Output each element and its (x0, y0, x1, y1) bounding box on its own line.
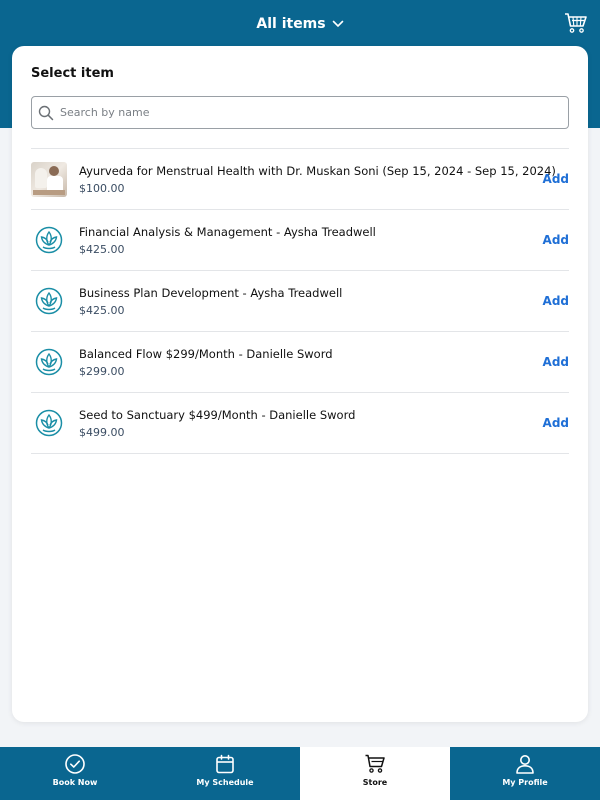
calendar-icon (216, 754, 234, 774)
card-title: Select item (31, 66, 114, 81)
item-name: Ayurveda for Menstrual Health with Dr. M… (79, 163, 556, 178)
lotus-logo-icon (35, 287, 63, 315)
search-icon (38, 105, 54, 120)
chevron-down-icon (332, 20, 343, 28)
item-thumbnail (31, 161, 67, 197)
item-thumbnail (31, 405, 67, 441)
nav-label: My Schedule (196, 778, 254, 787)
item-thumbnail (31, 283, 67, 319)
nav-store[interactable]: Store (300, 747, 450, 800)
item-name: Financial Analysis & Management - Aysha … (79, 224, 376, 239)
nav-label: Book Now (52, 778, 98, 787)
cart-icon (365, 754, 385, 773)
item-price: $100.00 (79, 181, 125, 195)
item-picker-card: Select item Ayurveda for Menstrual Healt… (12, 46, 588, 722)
list-item: Seed to Sanctuary $499/Month - Danielle … (31, 393, 569, 454)
nav-book-now[interactable]: Book Now (0, 747, 150, 800)
person-icon (516, 755, 534, 774)
cart-icon[interactable] (564, 12, 588, 34)
list-item: Financial Analysis & Management - Aysha … (31, 210, 569, 271)
lotus-logo-icon (35, 348, 63, 376)
item-price: $299.00 (79, 364, 125, 378)
header-title: All items (256, 16, 326, 32)
item-thumbnail (31, 222, 67, 258)
search-input[interactable] (60, 106, 540, 119)
nav-label: Store (362, 778, 388, 787)
add-button[interactable]: Add (543, 416, 569, 430)
category-dropdown[interactable]: All items (0, 14, 600, 34)
item-price: $425.00 (79, 242, 125, 256)
item-price: $499.00 (79, 425, 125, 439)
lotus-logo-icon (35, 409, 63, 437)
bottom-nav: Book Now My Schedule Store My Profile (0, 747, 600, 800)
list-item: Business Plan Development - Aysha Treadw… (31, 271, 569, 332)
add-button[interactable]: Add (543, 294, 569, 308)
item-price: $425.00 (79, 303, 125, 317)
add-button[interactable]: Add (543, 172, 569, 186)
item-name: Seed to Sanctuary $499/Month - Danielle … (79, 407, 356, 422)
list-item: Balanced Flow $299/Month - Danielle Swor… (31, 332, 569, 393)
add-button[interactable]: Add (543, 233, 569, 247)
item-thumbnail (31, 344, 67, 380)
check-circle-icon (65, 754, 85, 774)
lotus-logo-icon (35, 226, 63, 254)
item-list: Ayurveda for Menstrual Health with Dr. M… (31, 148, 569, 454)
item-photo (31, 161, 67, 197)
search-box[interactable] (31, 96, 569, 129)
item-name: Business Plan Development - Aysha Treadw… (79, 285, 343, 300)
nav-label: My Profile (502, 778, 548, 787)
list-item: Ayurveda for Menstrual Health with Dr. M… (31, 149, 569, 210)
add-button[interactable]: Add (543, 355, 569, 369)
nav-my-schedule[interactable]: My Schedule (150, 747, 300, 800)
item-name: Balanced Flow $299/Month - Danielle Swor… (79, 346, 333, 361)
nav-my-profile[interactable]: My Profile (450, 747, 600, 800)
